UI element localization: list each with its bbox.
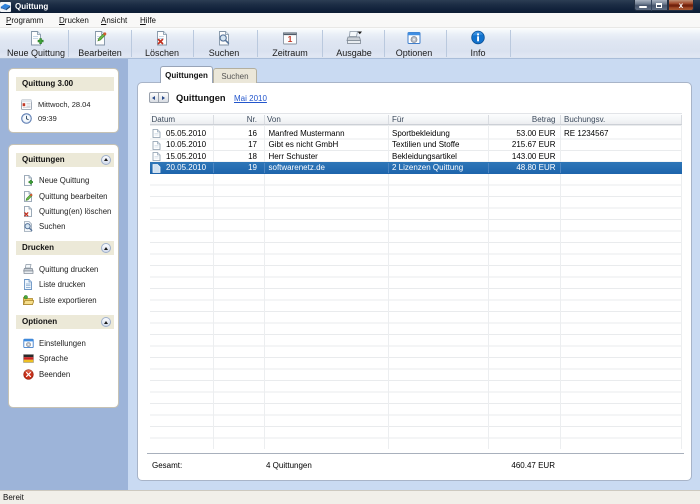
svg-text:1: 1 (288, 34, 293, 44)
